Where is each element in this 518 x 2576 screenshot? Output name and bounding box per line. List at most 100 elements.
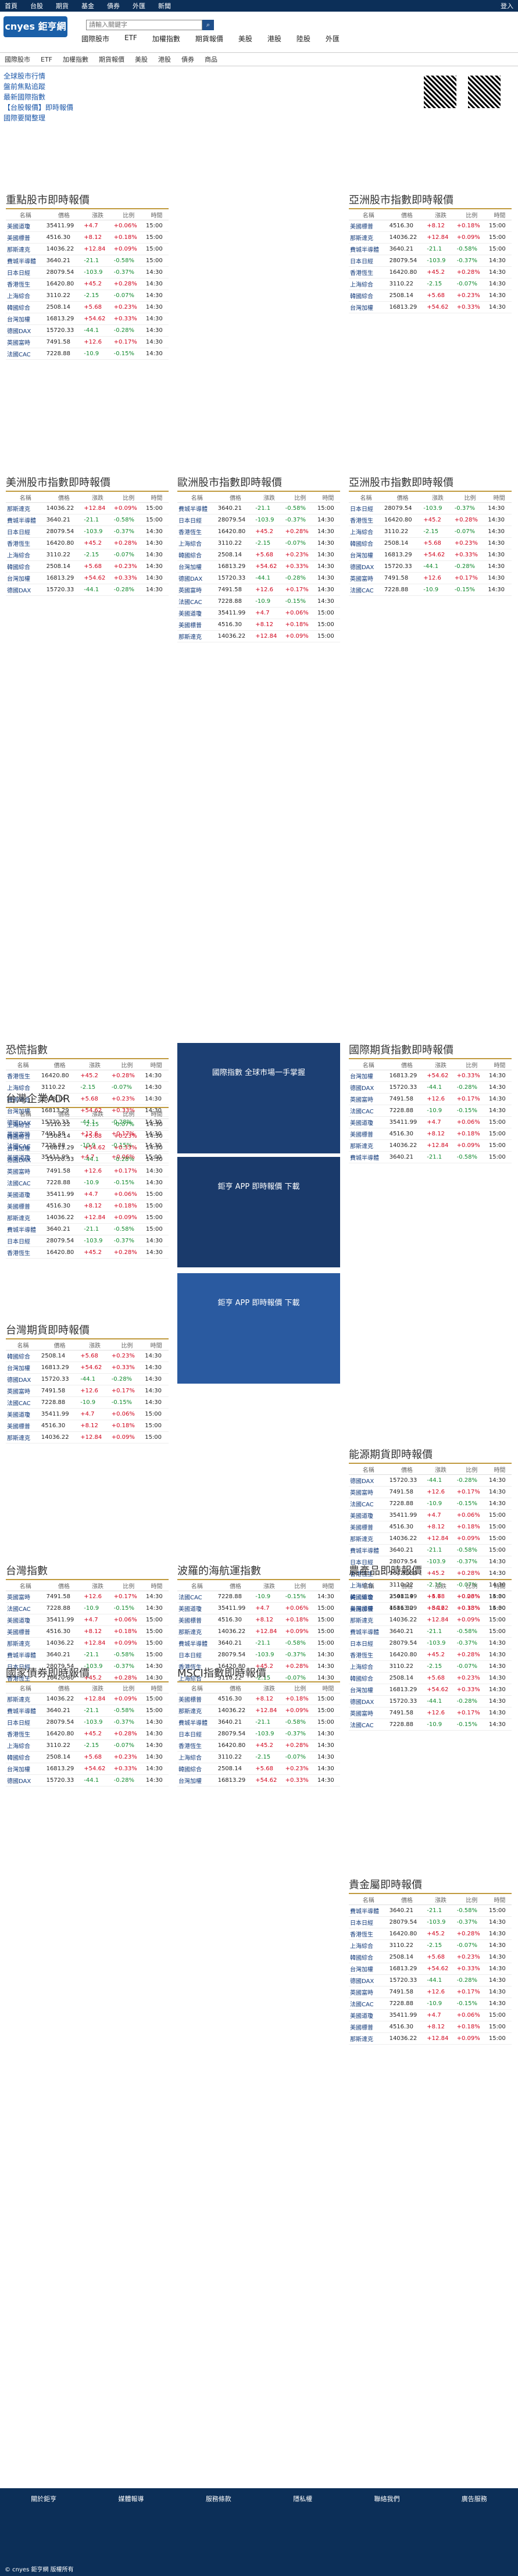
cell-name[interactable]: 英國富時 (349, 572, 383, 584)
table-row[interactable]: 日本日經 28079.54 -103.9 -0.37% 14:30 (6, 1716, 169, 1728)
table-row[interactable]: 香港恆生 16420.80 +45.2 +0.28% 14:30 (6, 537, 169, 549)
cell-name[interactable]: 費城半導體 (6, 1223, 45, 1235)
table-row[interactable]: 台灣加權 16813.29 +54.62 +0.33% 14:30 (6, 1142, 169, 1154)
cell-name[interactable]: 法國CAC (177, 595, 217, 608)
cell-name[interactable]: 那斯達克 (349, 231, 388, 244)
cell-name[interactable]: 法國CAC (349, 584, 383, 596)
cell-name[interactable]: 美國標普 (349, 1128, 388, 1140)
ad-banner[interactable]: 鉅亨 APP 即時報價 下載 (177, 1157, 340, 1267)
cell-name[interactable]: 英國富時 (177, 584, 217, 596)
table-row[interactable]: 費城半導體 3640.21 -21.1 -0.58% 15:00 (177, 502, 340, 515)
cell-name[interactable]: 香港恆生 (349, 266, 388, 278)
table-row[interactable]: 那斯達克 14036.22 +12.84 +0.09% 15:00 (349, 1139, 512, 1152)
table-row[interactable]: 日本日經 28079.54 -103.9 -0.37% 14:30 (177, 514, 340, 526)
table-row[interactable]: 法國CAC 7228.88 -10.9 -0.15% 14:30 (177, 595, 340, 608)
table-row[interactable]: 美國標普 4516.30 +8.12 +0.18% 15:00 (6, 231, 169, 244)
cell-name[interactable]: 美國道瓊 (6, 220, 45, 232)
cell-name[interactable]: 韓國綜合 (177, 1763, 217, 1775)
cell-name[interactable]: 費城半導體 (6, 1705, 45, 1717)
cell-name[interactable]: 英國富時 (6, 1165, 45, 1177)
table-row[interactable]: 台灣加權 16813.29 +54.62 +0.33% 14:30 (6, 572, 169, 584)
cell-name[interactable]: 美國標普 (6, 231, 45, 244)
table-row[interactable]: 費城半導體 3640.21 -21.1 -0.58% 15:00 (349, 1905, 512, 1917)
table-row[interactable]: 美國標普 4516.30 +8.12 +0.18% 15:00 (349, 1602, 512, 1614)
cell-name[interactable]: 英國富時 (349, 1707, 388, 1719)
cell-name[interactable]: 韓國綜合 (6, 1130, 45, 1142)
table-row[interactable]: 法國CAC 7228.88 -10.9 -0.15% 14:30 (349, 1718, 512, 1731)
cell-name[interactable]: 德國DAX (6, 324, 45, 337)
table-row[interactable]: 美國標普 4516.30 +8.12 +0.18% 15:00 (349, 2021, 512, 2033)
table-row[interactable]: 那斯達克 14036.22 +12.84 +0.09% 15:00 (6, 243, 169, 255)
cell-name[interactable]: 德國DAX (6, 584, 45, 596)
sub-nav-item[interactable]: 期貨報價 (99, 55, 124, 64)
cell-name[interactable]: 韓國綜合 (6, 560, 45, 573)
table-row[interactable]: 台灣加權 16813.29 +54.62 +0.33% 14:30 (177, 1774, 340, 1787)
table-row[interactable]: 法國CAC 7228.88 -10.9 -0.15% 14:30 (6, 348, 169, 360)
table-row[interactable]: 英國富時 7491.58 +12.6 +0.17% 14:30 (349, 1707, 512, 1719)
cell-name[interactable]: 上海綜合 (349, 526, 383, 538)
cell-name[interactable]: 上海綜合 (349, 278, 388, 290)
cell-name[interactable]: 美國道瓊 (349, 1116, 388, 1128)
notice-link[interactable]: 國際要聞整理 (3, 113, 518, 123)
table-row[interactable]: 德國DAX 15720.33 -44.1 -0.28% 14:30 (349, 1081, 512, 1094)
table-row[interactable]: 法國CAC 7228.88 -10.9 -0.15% 14:30 (349, 1105, 512, 1117)
table-row[interactable]: 香港恆生 16420.80 +45.2 +0.28% 14:30 (349, 266, 512, 278)
cell-name[interactable]: 那斯達克 (6, 243, 45, 255)
table-row[interactable]: 台灣加權 16813.29 +54.62 +0.33% 14:30 (177, 560, 340, 573)
cell-name[interactable]: 台灣加權 (349, 301, 388, 313)
table-row[interactable]: 台灣加權 16813.29 +54.62 +0.33% 14:30 (349, 549, 512, 561)
table-row[interactable]: 上海綜合 3110.22 -2.15 -0.07% 14:30 (6, 549, 169, 561)
table-row[interactable]: 上海綜合 3110.22 -2.15 -0.07% 14:30 (349, 526, 512, 538)
cell-name[interactable]: 香港恆生 (349, 514, 383, 526)
table-row[interactable]: 韓國綜合 2508.14 +5.68 +0.23% 14:30 (6, 1751, 169, 1763)
table-row[interactable]: 美國標普 4516.30 +8.12 +0.18% 15:00 (349, 1521, 512, 1533)
cell-name[interactable]: 台灣加權 (177, 560, 217, 573)
cell-name[interactable]: 台灣加權 (177, 1774, 217, 1787)
table-row[interactable]: 日本日經 28079.54 -103.9 -0.37% 14:30 (349, 1916, 512, 1928)
cell-name[interactable]: 美國標普 (349, 1521, 388, 1533)
nav-item[interactable]: 美股 (238, 34, 252, 44)
cell-name[interactable]: 日本日經 (349, 1916, 388, 1928)
top-link[interactable]: 債券 (107, 1, 120, 10)
footer-link[interactable]: 廣告服務 (462, 2494, 487, 2503)
cell-name[interactable]: 那斯達克 (6, 1212, 45, 1224)
cell-name[interactable]: 日本日經 (6, 1235, 45, 1247)
table-row[interactable]: 香港恆生 16420.80 +45.2 +0.28% 14:30 (177, 526, 340, 538)
table-row[interactable]: 德國DAX 15720.33 -44.1 -0.28% 14:30 (177, 572, 340, 584)
cell-name[interactable]: 德國DAX (6, 1774, 45, 1787)
table-row[interactable]: 德國DAX 15720.33 -44.1 -0.28% 14:30 (349, 1695, 512, 1707)
table-row[interactable]: 上海綜合 3110.22 -2.15 -0.07% 14:30 (349, 1939, 512, 1952)
table-row[interactable]: 香港恆生 16420.80 +45.2 +0.28% 14:30 (6, 1728, 169, 1740)
top-link[interactable]: 基金 (81, 1, 94, 10)
table-row[interactable]: 法國CAC 7228.88 -10.9 -0.15% 14:30 (6, 1177, 169, 1189)
cell-name[interactable]: 台灣加權 (6, 313, 45, 325)
sub-nav-item[interactable]: 商品 (205, 55, 217, 64)
cell-name[interactable]: 費城半導體 (349, 243, 388, 255)
login-link[interactable]: 登入 (501, 1, 513, 10)
table-row[interactable]: 美國標普 4516.30 +8.12 +0.18% 15:00 (6, 1200, 169, 1212)
cell-name[interactable]: 英國富時 (6, 336, 45, 348)
cell-name[interactable]: 韓國綜合 (349, 537, 383, 549)
table-row[interactable]: 德國DAX 15720.33 -44.1 -0.28% 14:30 (349, 1474, 512, 1487)
cell-name[interactable]: 台灣加權 (6, 572, 45, 584)
cell-name[interactable]: 德國DAX (6, 1153, 45, 1166)
table-row[interactable]: 香港恆生 16420.80 +45.2 +0.28% 14:30 (6, 1070, 169, 1082)
cell-name[interactable]: 上海綜合 (177, 1751, 217, 1763)
table-row[interactable]: 台灣加權 16813.29 +54.62 +0.33% 14:30 (349, 301, 512, 313)
cell-name[interactable]: 台灣加權 (349, 1963, 388, 1975)
top-link[interactable]: 新聞 (158, 1, 171, 10)
table-row[interactable]: 那斯達克 14036.22 +12.84 +0.09% 15:00 (349, 231, 512, 244)
cell-name[interactable]: 那斯達克 (6, 1431, 40, 1444)
table-row[interactable]: 上海綜合 3110.22 -2.15 -0.07% 14:30 (6, 290, 169, 302)
table-row[interactable]: 台灣加權 16813.29 +54.62 +0.33% 14:30 (6, 1362, 169, 1374)
table-row[interactable]: 香港恆生 16420.80 +45.2 +0.28% 14:30 (349, 1928, 512, 1940)
table-row[interactable]: 韓國綜合 2508.14 +5.68 +0.23% 14:30 (177, 549, 340, 561)
table-row[interactable]: 法國CAC 7228.88 -10.9 -0.15% 14:30 (349, 1998, 512, 2010)
nav-item[interactable]: 港股 (267, 34, 281, 44)
cell-name[interactable]: 美國道瓊 (349, 1509, 388, 1521)
table-row[interactable]: 英國富時 7491.58 +12.6 +0.17% 14:30 (349, 1093, 512, 1105)
cell-name[interactable]: 台灣加權 (6, 1362, 40, 1374)
cell-name[interactable]: 那斯達克 (6, 1637, 45, 1649)
table-row[interactable]: 美國道瓊 35411.99 +4.7 +0.06% 15:00 (349, 1509, 512, 1521)
footer-link[interactable]: 媒體報導 (118, 2494, 144, 2503)
